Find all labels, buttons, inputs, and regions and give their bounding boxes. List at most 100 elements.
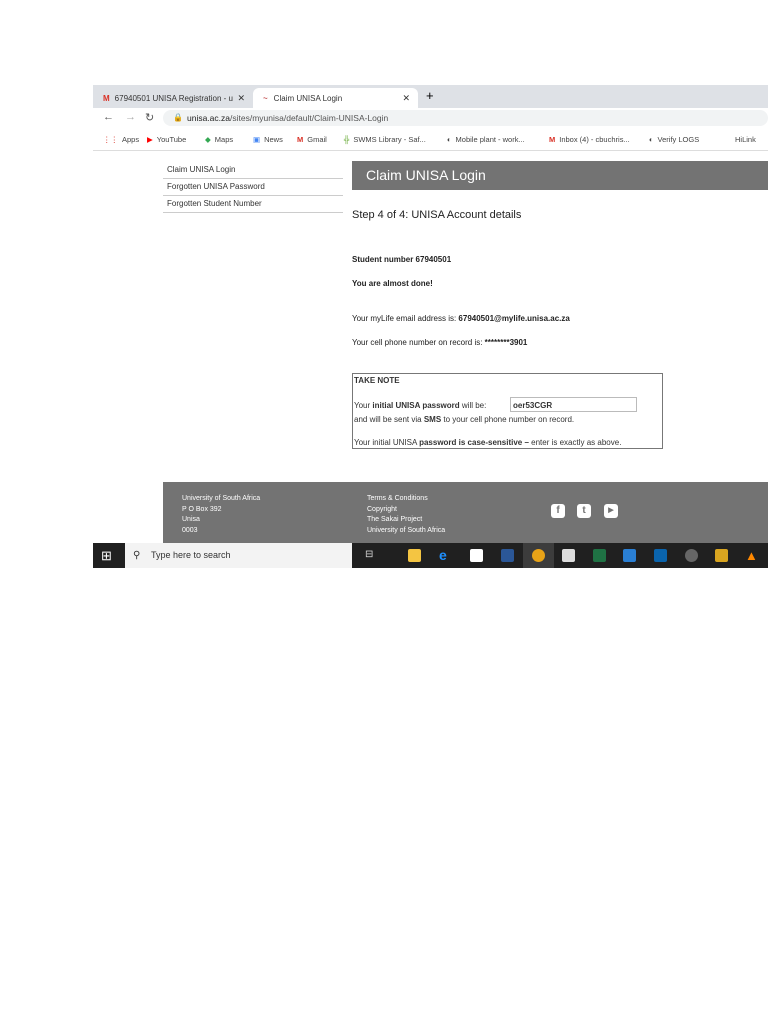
- bookmark-verify-logs[interactable]: ◐ Verify LOGS: [649, 135, 699, 144]
- swms-icon: ╬: [344, 135, 350, 144]
- bookmark-inbox[interactable]: M Inbox (4) - cbuchris...: [549, 135, 630, 144]
- bookmark-label: News: [264, 135, 283, 144]
- youtube-icon[interactable]: ▶: [604, 504, 618, 518]
- gmail-icon: M: [103, 93, 110, 103]
- take-note-box: TAKE NOTE Your initial UNISA password wi…: [352, 373, 663, 449]
- bookmark-hilink[interactable]: HiLink: [735, 135, 756, 144]
- password-line: Your initial UNISA password will be:: [354, 401, 486, 410]
- maps-icon: ◆: [205, 135, 211, 144]
- taskbar-search[interactable]: ⚲ Type here to search: [125, 543, 352, 568]
- chrome-icon[interactable]: [532, 549, 545, 562]
- text: will be:: [459, 401, 487, 410]
- url-domain: unisa.ac.za: [187, 113, 230, 123]
- twitter-icon[interactable]: t: [577, 504, 591, 518]
- bookmark-mobile-plant[interactable]: ◐ Mobile plant - work...: [447, 135, 525, 144]
- tab-label: 67940501 UNISA Registration - u: [114, 93, 233, 103]
- sidebar-item-forgotten-password[interactable]: Forgotten UNISA Password: [163, 179, 343, 196]
- gmail-icon: M: [297, 135, 304, 144]
- bookmark-apps[interactable]: ⋮⋮ Apps: [103, 135, 139, 144]
- tab-claim-unisa-login[interactable]: ~ Claim UNISA Login ✕: [253, 88, 418, 108]
- address-line: Unisa: [182, 516, 200, 523]
- sidebar: Claim UNISA Login Forgotten UNISA Passwo…: [163, 162, 343, 213]
- footer-address: University of South Africa P O Box 392 Uni…: [182, 494, 260, 536]
- news-icon: ▣: [253, 135, 261, 144]
- bookmark-maps[interactable]: ◆ Maps: [205, 135, 233, 144]
- footer-link-terms[interactable]: Terms & Conditions: [367, 494, 445, 505]
- word-icon[interactable]: [501, 549, 514, 562]
- camera-icon[interactable]: [685, 549, 698, 562]
- text: SMS: [423, 415, 442, 424]
- almost-done-text: You are almost done!: [352, 279, 433, 288]
- email-line: Your myLife email address is: 67940501@m…: [352, 314, 570, 323]
- bookmark-youtube[interactable]: ▶ YouTube: [147, 135, 186, 144]
- bookmarks-bar: ⋮⋮ Apps ▶ YouTube ◆ Maps ▣ News M Gmail ╬ SWMS…: [93, 128, 768, 151]
- globe-icon: ◐: [649, 135, 654, 144]
- new-tab-button[interactable]: +: [426, 88, 434, 103]
- footer-link-unisa[interactable]: University of South Africa: [367, 526, 445, 537]
- text: initial UNISA password: [372, 401, 460, 410]
- search-placeholder: Type here to search: [151, 550, 231, 560]
- phone-value: ********3901: [484, 338, 528, 347]
- text: enter is exactly as above.: [528, 438, 622, 447]
- app-icon[interactable]: [623, 549, 636, 562]
- forward-icon[interactable]: →: [125, 111, 136, 123]
- reload-icon[interactable]: ↻: [145, 111, 154, 124]
- case-sensitive-line: Your initial UNISA password is case-sens…: [354, 438, 621, 447]
- calculator-icon[interactable]: [562, 549, 575, 562]
- app-icon[interactable]: [715, 549, 728, 562]
- student-number: Student number 67940501: [352, 255, 452, 264]
- bookmark-label: YouTube: [156, 135, 187, 144]
- url-input[interactable]: 🔒 unisa.ac.za/sites/myunisa/default/Claim…: [163, 110, 768, 126]
- task-view-icon[interactable]: ⊟: [365, 549, 373, 560]
- vlc-icon[interactable]: ▲: [745, 549, 758, 562]
- password-field[interactable]: oer53CGR: [510, 397, 637, 412]
- text: and will be sent via: [354, 415, 424, 424]
- sidebar-item-claim-login[interactable]: Claim UNISA Login: [163, 162, 343, 179]
- address-bar-row: ← → ↻ 🔒 unisa.ac.za/sites/myunisa/default…: [93, 108, 768, 128]
- file-explorer-icon[interactable]: [408, 549, 421, 562]
- bookmark-label: Verify LOGS: [657, 135, 700, 144]
- search-icon: ⚲: [133, 550, 141, 561]
- bookmark-label: Mobile plant - work...: [455, 135, 525, 144]
- unisa-favicon: ~: [263, 93, 268, 103]
- phone-line: Your cell phone number on record is: ***…: [352, 338, 527, 347]
- text: Your: [354, 401, 373, 410]
- windows-start-icon[interactable]: ⊞: [101, 548, 112, 564]
- back-icon[interactable]: ←: [103, 111, 114, 123]
- store-icon[interactable]: [470, 549, 483, 562]
- footer: University of South Africa P O Box 392 Uni…: [163, 482, 768, 543]
- tab-unisa-registration[interactable]: M 67940501 UNISA Registration - u ✕: [93, 88, 253, 108]
- text: to your cell phone number on record.: [441, 415, 575, 424]
- step-heading: Step 4 of 4: UNISA Account details: [352, 209, 522, 221]
- close-tab-icon[interactable]: ✕: [402, 93, 410, 104]
- bookmark-gmail[interactable]: M Gmail: [297, 135, 327, 144]
- bookmark-news[interactable]: ▣ News: [253, 135, 283, 144]
- bookmark-label: Maps: [214, 135, 234, 144]
- lock-icon: 🔒: [173, 113, 183, 122]
- apps-icon: ⋮⋮: [103, 135, 118, 144]
- address-line: P O Box 392: [182, 505, 222, 513]
- phone-label: Your cell phone number on record is:: [352, 338, 485, 347]
- bookmark-swms[interactable]: ╬ SWMS Library - Saf...: [344, 135, 426, 144]
- address-line: University of South Africa: [182, 495, 261, 502]
- youtube-icon: ▶: [147, 135, 153, 144]
- footer-link-sakai[interactable]: The Sakai Project: [367, 515, 445, 526]
- sms-line: and will be sent via SMS to your cell ph…: [354, 415, 574, 424]
- sidebar-item-forgotten-student-number[interactable]: Forgotten Student Number: [163, 196, 343, 213]
- email-value: 67940501@mylife.unisa.ac.za: [458, 314, 570, 323]
- taskbar: ⊞ ⚲ Type here to search ⊟ e ▲: [93, 543, 768, 568]
- email-label: Your myLife email address is:: [352, 314, 459, 323]
- outlook-icon[interactable]: [654, 549, 667, 562]
- tab-label: Claim UNISA Login: [273, 93, 343, 103]
- excel-icon[interactable]: [593, 549, 606, 562]
- facebook-icon[interactable]: f: [551, 504, 565, 518]
- text: password is case-sensitive –: [419, 438, 529, 447]
- globe-icon: ◐: [447, 135, 452, 144]
- bookmark-label: HiLink: [735, 135, 756, 144]
- close-tab-icon[interactable]: ✕: [237, 93, 245, 104]
- take-note-title: TAKE NOTE: [354, 376, 400, 385]
- bookmark-label: Apps: [122, 135, 140, 144]
- footer-link-copyright[interactable]: Copyright: [367, 505, 445, 516]
- text: Your initial UNISA: [354, 438, 420, 447]
- edge-icon[interactable]: e: [439, 548, 452, 562]
